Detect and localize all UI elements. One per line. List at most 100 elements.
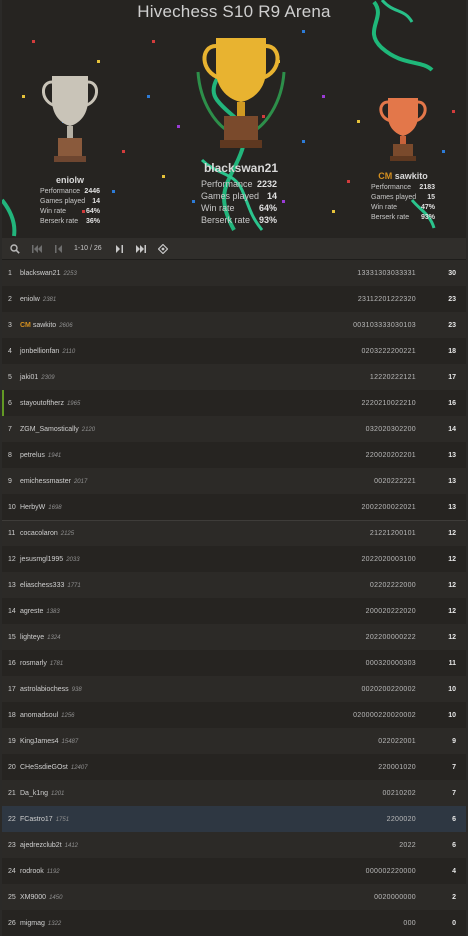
player-name[interactable]: jesusmgl1995 (20, 556, 63, 563)
total-score: 14 (448, 425, 456, 433)
table-row[interactable]: 15 lighteye 1324 202200000222 12 (2, 624, 466, 650)
score-sheet: 2002200022021 (361, 503, 416, 511)
player-cell: emichessmaster 2017 (20, 478, 286, 485)
player-name[interactable]: petrelus (20, 452, 45, 459)
table-row[interactable]: 4 jonbellionfan 2110 0203222200221 18 (2, 338, 466, 364)
player-name[interactable]: eniolw (20, 296, 40, 303)
table-row[interactable]: 2 eniolw 2381 23112201222320 23 (2, 286, 466, 312)
player-cell: ajedrezclub2t 1412 (20, 842, 286, 849)
table-row[interactable]: 1 blackswan21 2253 13331303033331 30 (2, 260, 466, 286)
table-row[interactable]: 26 migmag 1322 000 0 (2, 910, 466, 936)
player-cell: rosmarly 1781 (20, 660, 286, 667)
player-name[interactable]: jaki01 (20, 374, 38, 381)
player-name[interactable]: FCastro17 (20, 816, 53, 823)
player-cell: astrolabiochess 938 (20, 686, 286, 693)
player-name[interactable]: rodrook (20, 868, 44, 875)
table-row[interactable]: 16 rosmarly 1781 000320000303 11 (2, 650, 466, 676)
table-row[interactable]: 5 jaki01 2309 12220222121 17 (2, 364, 466, 390)
score-sheet: 23112201222320 (357, 295, 416, 303)
table-row[interactable]: 8 petrelus 1941 220020202201 13 (2, 442, 466, 468)
table-row[interactable]: 19 KingJames4 15487 022022001 9 (2, 728, 466, 754)
last-page-icon[interactable] (134, 242, 148, 256)
table-row[interactable]: 13 eliaschess333 1771 02202222000 12 (2, 572, 466, 598)
player-rank: 12 (8, 555, 16, 563)
total-score: 6 (452, 841, 456, 849)
player-rating: 2125 (60, 531, 75, 537)
table-row[interactable]: 20 CHeSsdieGOst 12407 220001020 7 (2, 754, 466, 780)
player-cell: rodrook 1192 (20, 868, 286, 875)
prev-page-icon[interactable] (52, 242, 66, 256)
player-rank: 17 (8, 685, 16, 693)
score-sheet: 0020200220002 (361, 685, 416, 693)
second-place-name[interactable]: eniolw (56, 175, 84, 185)
table-row[interactable]: 24 rodrook 1192 000002220000 4 (2, 858, 466, 884)
player-rank: 6 (8, 399, 12, 407)
player-rank: 14 (8, 607, 16, 615)
player-name[interactable]: sawkito (33, 322, 56, 329)
score-sheet: 032020302200 (365, 425, 416, 433)
table-row[interactable]: 14 agreste 1383 200020222020 12 (2, 598, 466, 624)
player-name[interactable]: anomadsoul (20, 712, 58, 719)
next-page-icon[interactable] (112, 242, 126, 256)
table-row[interactable]: 6 stayoutoftherz 1965 2220210022210 16 (2, 390, 466, 416)
player-name[interactable]: rosmarly (20, 660, 47, 667)
table-row[interactable]: 21 Da_k1ng 1201 00210202 7 (2, 780, 466, 806)
player-name[interactable]: Da_k1ng (20, 790, 48, 797)
player-rank: 21 (8, 789, 16, 797)
first-place-name[interactable]: blackswan21 (204, 161, 278, 175)
player-rank: 10 (8, 503, 16, 511)
player-name[interactable]: CHeSsdieGOst (20, 764, 68, 771)
player-name[interactable]: ZGM_Samostically (20, 426, 79, 433)
standings-table: 1 blackswan21 2253 13331303033331 30 2 eniolw 2… (2, 260, 466, 936)
total-score: 11 (448, 659, 456, 667)
table-row[interactable]: 11 cocacolaron 2125 21221200101 12 (2, 520, 466, 546)
player-name[interactable]: emichessmaster (20, 478, 71, 485)
player-rank: 9 (8, 477, 12, 485)
player-name[interactable]: lighteye (20, 634, 44, 641)
player-rating: 1324 (47, 634, 61, 641)
table-row[interactable]: 23 ajedrezclub2t 1412 2022 6 (2, 832, 466, 858)
total-score: 12 (448, 581, 456, 589)
player-name[interactable]: cocacolaron (20, 530, 58, 537)
player-rank: 20 (8, 763, 16, 771)
player-name[interactable]: eliaschess333 (20, 582, 64, 589)
player-name[interactable]: blackswan21 (20, 270, 60, 277)
table-row[interactable]: 17 astrolabiochess 938 0020200220002 10 (2, 676, 466, 702)
player-name[interactable]: KingJames4 (20, 738, 59, 745)
player-rating: 1751 (55, 816, 70, 823)
score-sheet: 000002220000 (365, 867, 416, 875)
player-rank: 18 (8, 711, 16, 719)
table-row[interactable]: 18 anomadsoul 1256 020000220020002 10 (2, 702, 466, 728)
table-row[interactable]: 10 HerbyW 1698 2002200022021 13 (2, 494, 466, 520)
player-rating: 1256 (61, 712, 75, 719)
player-name[interactable]: agreste (20, 608, 43, 615)
player-rating: 1698 (48, 504, 62, 511)
player-name[interactable]: migmag (20, 920, 45, 927)
first-page-icon[interactable] (30, 242, 44, 256)
player-name[interactable]: astrolabiochess (20, 686, 69, 693)
third-place-name[interactable]: sawkito (395, 171, 428, 181)
podium: Hivechess S10 R9 Arena eniolw Performanc… (2, 0, 466, 238)
player-rank: 16 (8, 659, 16, 667)
player-name[interactable]: jonbellionfan (20, 348, 59, 355)
tournament-title: Hivechess S10 R9 Arena (137, 2, 331, 21)
player-rating: 1322 (47, 920, 62, 927)
search-icon[interactable] (8, 242, 22, 256)
table-row[interactable]: 3 CM sawkito 2606 003103333030103 23 (2, 312, 466, 338)
player-name[interactable]: ajedrezclub2t (20, 842, 62, 849)
player-cell: CM sawkito 2606 (20, 322, 286, 329)
table-row[interactable]: 12 jesusmgl1995 2033 2022020003100 12 (2, 546, 466, 572)
table-row[interactable]: 7 ZGM_Samostically 2120 032020302200 14 (2, 416, 466, 442)
score-sheet: 220001020 (378, 763, 416, 771)
silver-trophy-icon (42, 76, 98, 162)
player-name[interactable]: stayoutoftherz (20, 400, 64, 407)
table-row[interactable]: 25 XM9000 1450 0020000000 2 (2, 884, 466, 910)
locate-me-icon[interactable] (156, 242, 170, 256)
player-cell: jesusmgl1995 2033 (20, 556, 286, 563)
table-row[interactable]: 9 emichessmaster 2017 0020222221 13 (2, 468, 466, 494)
table-row[interactable]: 22 FCastro17 1751 2200020 6 (2, 806, 466, 832)
player-rating: 2120 (81, 426, 96, 433)
player-name[interactable]: HerbyW (20, 504, 45, 511)
score-sheet: 2200020 (386, 815, 416, 823)
player-name[interactable]: XM9000 (20, 894, 46, 901)
